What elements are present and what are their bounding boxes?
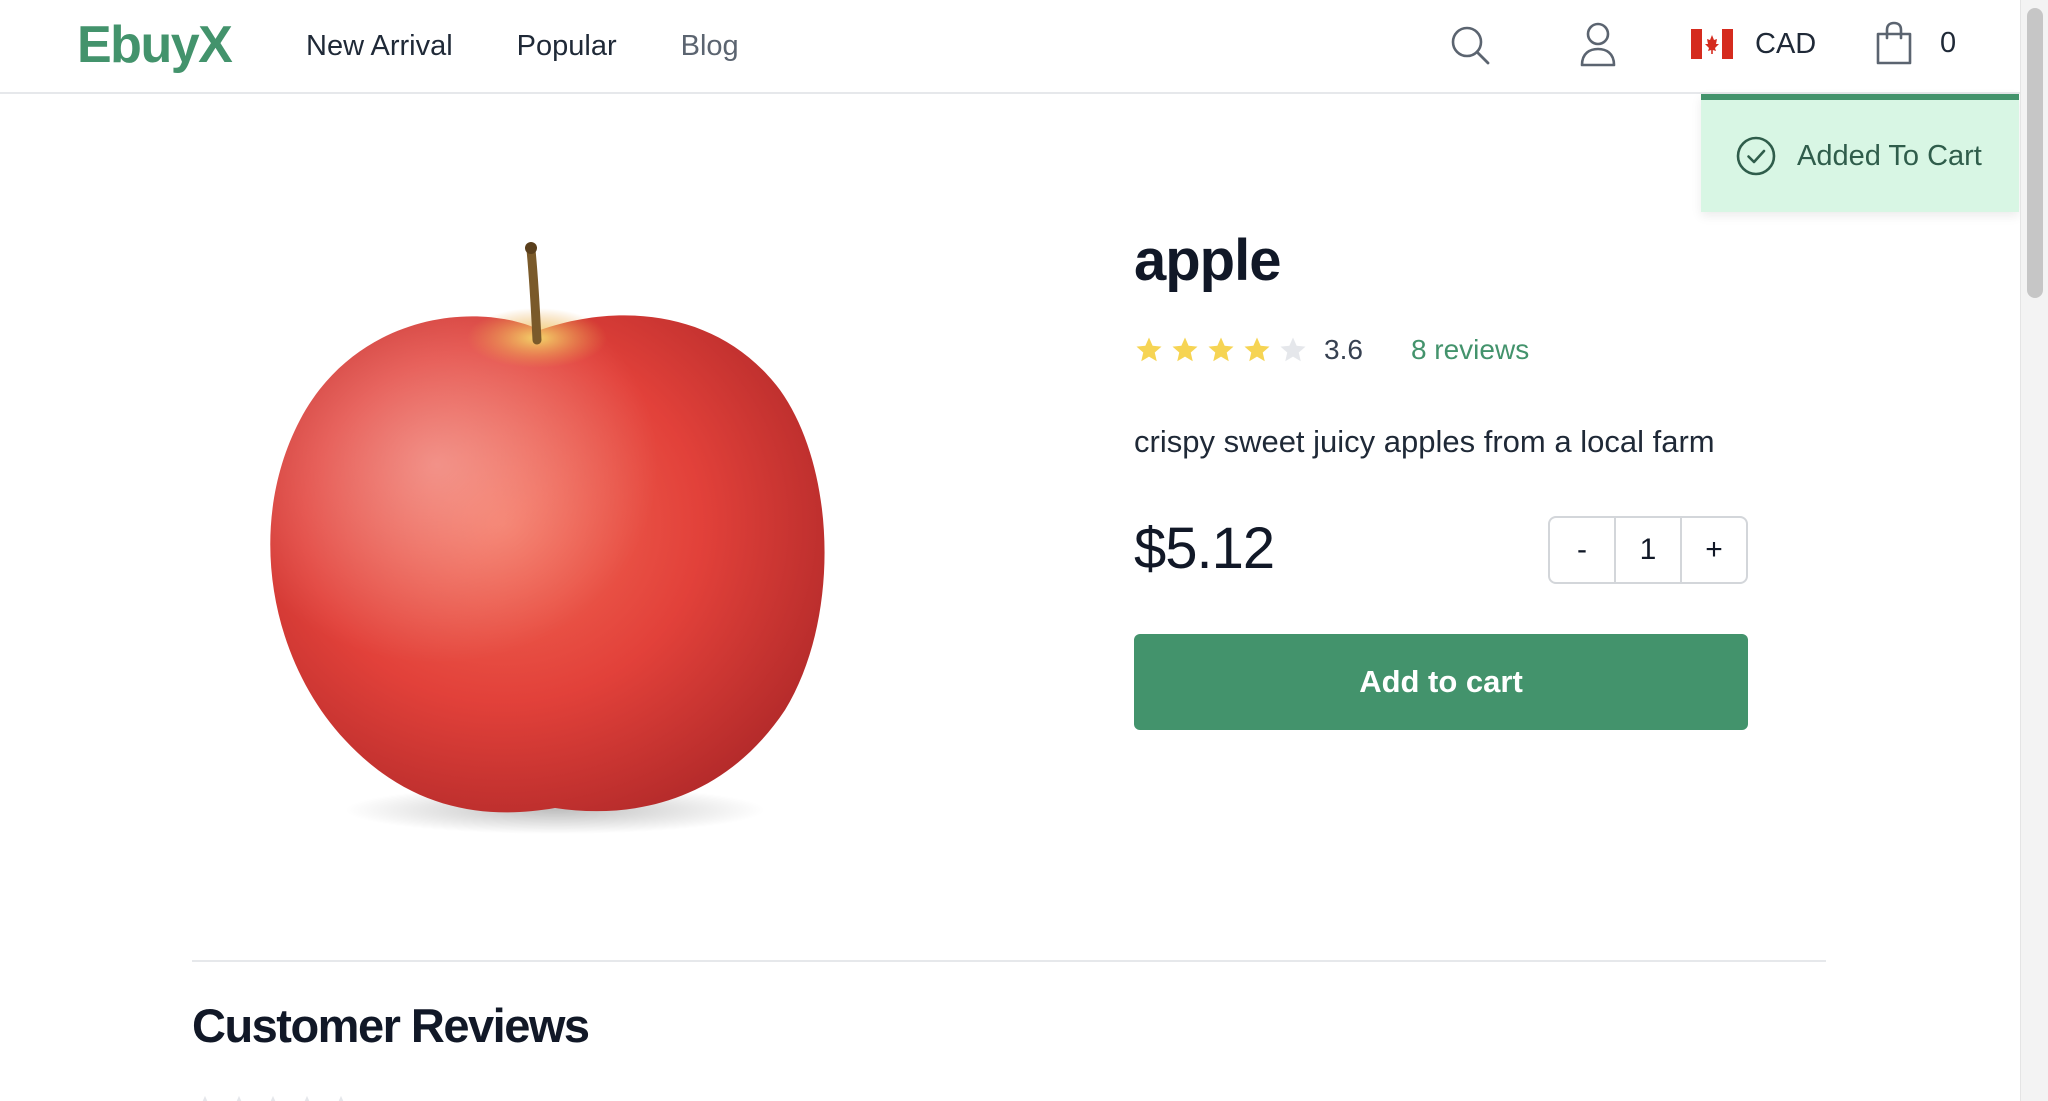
product-description: crispy sweet juicy apples from a local f… (1134, 424, 1715, 459)
scrollbar-thumb[interactable] (2027, 8, 2043, 298)
shopping-bag-icon (1876, 21, 1912, 65)
star-empty-icon (1280, 337, 1306, 362)
user-icon (1580, 22, 1616, 67)
account-button[interactable] (1574, 20, 1622, 70)
product-title: apple (1134, 228, 1282, 293)
star-empty-icon (236, 1095, 242, 1101)
star-filled-icon (1208, 337, 1234, 362)
page-scrollbar[interactable] (2020, 0, 2048, 1101)
search-button[interactable] (1446, 20, 1494, 70)
star-empty-icon (202, 1095, 208, 1101)
currency-selector[interactable]: CAD (1691, 24, 1816, 64)
section-divider (192, 960, 1826, 962)
canada-flag-icon (1691, 29, 1733, 59)
rating-row: 3.6 8 reviews (1134, 330, 1748, 370)
main-nav: New Arrival Popular Blog (306, 26, 739, 66)
customer-reviews-heading: Customer Reviews (192, 999, 590, 1052)
nav-popular[interactable]: Popular (517, 26, 617, 66)
product-page: EbuyX New Arrival Popular Blog CAD 0 Add… (0, 0, 2048, 1101)
quantity-decrement-button[interactable]: - (1550, 518, 1614, 582)
review-stars-peek (194, 1094, 352, 1101)
search-icon (1451, 26, 1490, 65)
add-to-cart-button[interactable]: Add to cart (1134, 634, 1748, 730)
star-filled-icon (1172, 337, 1198, 362)
brand-logo[interactable]: EbuyX (77, 10, 233, 80)
cart-count: 0 (1940, 26, 1957, 59)
star-filled-icon (1136, 337, 1162, 362)
currency-label: CAD (1755, 28, 1817, 60)
product-price: $5.12 (1134, 516, 1275, 581)
star-filled-icon (1244, 337, 1270, 362)
quantity-value[interactable]: 1 (1614, 518, 1682, 582)
star-empty-icon (270, 1095, 276, 1101)
check-circle-icon (1736, 136, 1776, 176)
reviews-link[interactable]: 8 reviews (1411, 334, 1529, 366)
star-empty-icon (304, 1095, 310, 1101)
quantity-stepper: - 1 + (1548, 516, 1748, 584)
price-row: $5.12 - 1 + (1134, 514, 1748, 584)
toast-message: Added To Cart (1797, 139, 1982, 172)
rating-value: 3.6 (1324, 334, 1363, 365)
rating-stars (1134, 335, 1308, 365)
nav-new-arrival[interactable]: New Arrival (306, 26, 453, 66)
product-image (270, 242, 825, 834)
site-header: EbuyX New Arrival Popular Blog CAD 0 (0, 0, 2020, 94)
added-to-cart-toast: Added To Cart (1701, 94, 2019, 212)
star-empty-icon (338, 1095, 344, 1101)
cart-button[interactable]: 0 (1874, 20, 1956, 66)
product-details: apple 3.6 8 reviews crispy sweet juicy a… (1134, 222, 1748, 730)
quantity-increment-button[interactable]: + (1682, 518, 1746, 582)
nav-blog[interactable]: Blog (681, 26, 739, 66)
